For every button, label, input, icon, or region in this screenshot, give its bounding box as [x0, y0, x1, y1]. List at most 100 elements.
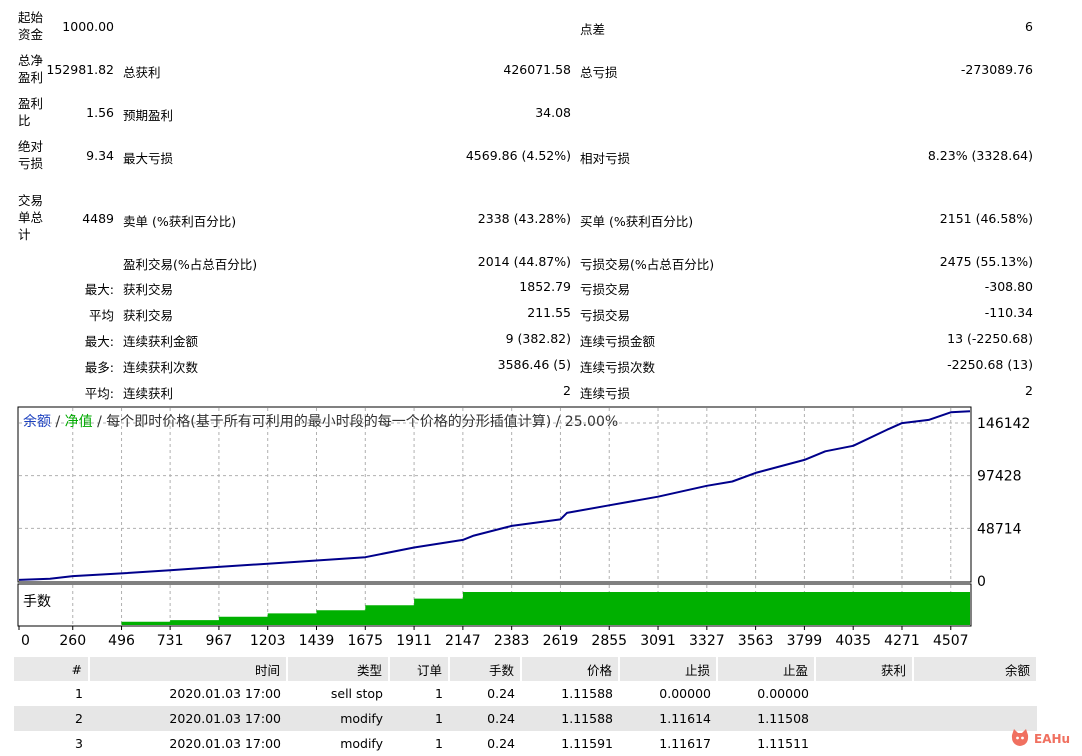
- label-initial-deposit: 起始资金: [18, 10, 44, 42]
- header-lots[interactable]: 手数: [449, 657, 522, 681]
- label-short-positions: 卖单 (%获利百分比): [123, 214, 237, 229]
- x-tick-label: 4035: [835, 633, 871, 649]
- value-short-positions: 2338 (43.28%): [477, 211, 571, 226]
- x-tick-label: 1203: [250, 633, 286, 649]
- cell-index: 1: [75, 686, 83, 701]
- label-average-loss: 亏损交易: [580, 308, 631, 323]
- value-average-profit: 211.55: [527, 305, 571, 320]
- label-loss-trades: 亏损交易(%占总百分比): [580, 257, 715, 272]
- value-relative-drawdown: 8.23% (3328.64): [927, 148, 1033, 163]
- label-profit-factor: 盈利比: [18, 96, 44, 128]
- main-plot-frame: [17, 406, 972, 583]
- value-profit-trades: 2014 (44.87%): [477, 254, 571, 269]
- y-tick-label: 146142: [977, 416, 1030, 432]
- value-average-consecutive-losses: 2: [1025, 383, 1033, 398]
- title-separator: /: [51, 414, 65, 430]
- prefix-largest: 最大:: [84, 282, 114, 297]
- header-stop-loss[interactable]: 止损: [619, 657, 718, 681]
- cell-profit: [815, 706, 913, 731]
- label-max-consecutive-losses: 连续亏损金额: [580, 334, 656, 349]
- header-price[interactable]: 价格: [521, 657, 620, 681]
- x-tick-label: 4271: [884, 633, 920, 649]
- label-largest-loss: 亏损交易: [580, 282, 631, 297]
- cell-index: 2: [14, 706, 89, 731]
- label-average-consecutive-losses: 连续亏损: [580, 386, 631, 401]
- cell-take-profit: 0.00000: [757, 686, 809, 701]
- cell-time: 2020.01.03 17:00: [89, 706, 287, 731]
- x-tick-label: 3327: [689, 633, 725, 649]
- value-average-consecutive-wins: 2: [563, 383, 571, 398]
- label-profit-trades: 盈利交易(%占总百分比): [123, 257, 258, 272]
- x-tick-label: 731: [157, 633, 184, 649]
- value-average-loss: -110.34: [984, 305, 1033, 320]
- x-tick-label: 496: [108, 633, 135, 649]
- value-max-drawdown: 4569.86 (4.52%): [465, 148, 571, 163]
- value-expected-payoff: 34.08: [535, 105, 571, 120]
- value-absolute-drawdown: 9.34: [86, 148, 114, 163]
- label-maximal-cons-profit: 连续获利次数: [123, 360, 199, 375]
- header-balance[interactable]: 余额: [913, 657, 1038, 681]
- label-max-drawdown: 最大亏损: [123, 151, 174, 166]
- header-index[interactable]: #: [14, 657, 90, 681]
- x-tick-label: 1911: [396, 633, 432, 649]
- table-header-row: # 时间 类型 订单 手数 价格 止损 止盈 获利 余额: [14, 657, 1038, 681]
- cell-stop-loss: 1.11617: [659, 736, 711, 751]
- value-profit-factor: 1.56: [86, 105, 114, 120]
- cell-order: 1: [435, 736, 443, 751]
- x-tick-label: 2855: [591, 633, 627, 649]
- x-tick-label: 3563: [738, 633, 774, 649]
- cell-time: 2020.01.03 17:00: [169, 736, 281, 751]
- title-balance-legend: 余额: [23, 413, 51, 430]
- label-gross-profit: 总获利: [123, 65, 161, 80]
- eahub-watermark-logo: EAHub: [1011, 729, 1070, 746]
- label-long-positions: 买单 (%获利百分比): [580, 214, 694, 229]
- header-time[interactable]: 时间: [89, 657, 288, 681]
- value-total-trades: 4489: [82, 211, 114, 226]
- x-tick-label: 967: [206, 633, 233, 649]
- label-average-consecutive-wins: 连续获利: [123, 386, 174, 401]
- value-gross-profit: 426071.58: [503, 62, 571, 77]
- table-row[interactable]: 3 2020.01.03 17:00 modify 1 0.24 1.11591…: [14, 731, 1037, 756]
- label-maximal-cons-loss: 连续亏损次数: [580, 360, 656, 375]
- prefix-max-consecutive: 最大:: [84, 334, 114, 349]
- prefix-average-consecutive: 平均:: [84, 386, 114, 401]
- cell-order: 1: [435, 686, 443, 701]
- title-description: / 每个即时价格(基于所有可利用的最小时段的每一个价格的分形插值计算) / 25…: [93, 413, 619, 430]
- header-take-profit[interactable]: 止盈: [717, 657, 816, 681]
- cell-stop-loss: 1.11614: [619, 706, 717, 731]
- x-tick-label: 3091: [640, 633, 676, 649]
- value-max-consecutive-losses: 13 (-2250.68): [947, 331, 1033, 346]
- header-order[interactable]: 订单: [389, 657, 450, 681]
- label-absolute-drawdown: 绝对亏损: [18, 139, 44, 171]
- header-profit[interactable]: 获利: [815, 657, 914, 681]
- label-gross-loss: 总亏损: [580, 65, 618, 80]
- y-axis-ticks: 146142 97428 48714 0: [977, 416, 1030, 590]
- cell-profit: [815, 731, 913, 756]
- x-axis-ticks: 0 260 496 731 967 1203 1439 1675 1911 2147 2383 261…: [18, 626, 969, 649]
- cell-profit: [815, 681, 913, 706]
- cell-time: 2020.01.03 17:00: [169, 686, 281, 701]
- cell-type: sell stop: [330, 686, 383, 701]
- value-long-positions: 2151 (46.58%): [939, 211, 1033, 226]
- label-relative-drawdown: 相对亏损: [580, 151, 631, 166]
- cell-balance: [913, 681, 1037, 706]
- cell-price: 1.11591: [561, 736, 613, 751]
- x-tick-label: 0: [21, 633, 30, 649]
- trades-table: # 时间 类型 订单 手数 价格 止损 止盈 获利 余额 1 2020.01.0…: [14, 657, 1038, 756]
- x-tick-label: 3799: [787, 633, 823, 649]
- value-maximal-cons-loss: -2250.68 (13): [947, 357, 1033, 372]
- label-spread: 点差: [580, 22, 606, 37]
- eahub-cat-icon: [1011, 729, 1029, 746]
- table-row[interactable]: 1 2020.01.03 17:00 sell stop 1 0.24 1.11…: [14, 681, 1037, 706]
- prefix-maximal: 最多:: [84, 360, 114, 375]
- x-tick-label: 2619: [543, 633, 579, 649]
- value-largest-profit: 1852.79: [519, 279, 571, 294]
- value-maximal-cons-profit: 3586.46 (5): [497, 357, 571, 372]
- cell-order: 1: [389, 706, 449, 731]
- header-type[interactable]: 类型: [287, 657, 390, 681]
- watermark-text: EAHub: [1034, 732, 1070, 746]
- cell-lots: 0.24: [487, 736, 515, 751]
- table-row[interactable]: 2 2020.01.03 17:00 modify 1 0.24 1.11588…: [14, 706, 1037, 731]
- cell-take-profit: 1.11511: [757, 736, 809, 751]
- x-tick-label: 4507: [933, 633, 969, 649]
